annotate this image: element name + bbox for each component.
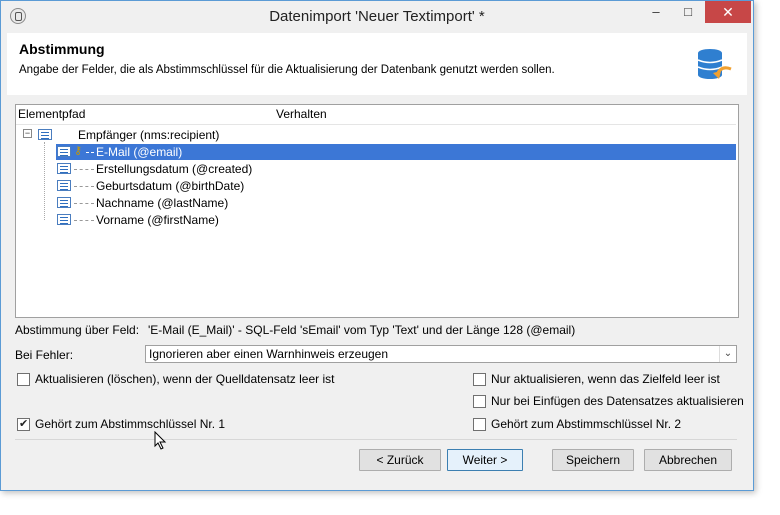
field-list-icon <box>57 163 71 174</box>
next-button[interactable]: Weiter > <box>447 449 523 471</box>
mouse-cursor-icon <box>154 431 167 450</box>
tree-connector <box>74 203 94 205</box>
tree-item-created[interactable]: Erstellungsdatum (@created) <box>96 161 252 177</box>
tree-item-birthdate[interactable]: Geburtsdatum (@birthDate) <box>96 178 244 194</box>
tree-item-firstname[interactable]: Vorname (@firstName) <box>96 212 219 228</box>
header-divider <box>16 124 736 125</box>
title-bar[interactable]: Datenimport 'Neuer Textimport' * – □ ✕ <box>1 1 753 33</box>
column-header-behavior[interactable]: Verhalten <box>276 105 327 123</box>
field-list-icon <box>57 180 71 191</box>
field-list-icon <box>57 197 71 208</box>
update-delete-checkbox[interactable] <box>17 373 30 386</box>
wizard-header: Abstimmung Angabe der Felder, die als Ab… <box>7 33 747 95</box>
minimize-button[interactable]: – <box>641 1 671 23</box>
cancel-button[interactable]: Abbrechen <box>644 449 732 471</box>
close-button[interactable]: ✕ <box>705 1 751 23</box>
reconciliation-key2-checkbox[interactable] <box>473 418 486 431</box>
schema-list-icon <box>38 129 52 140</box>
chevron-down-icon[interactable]: ⌄ <box>719 346 736 362</box>
save-button[interactable]: Speichern <box>552 449 634 471</box>
reconciliation-value: 'E-Mail (E_Mail)' - SQL-Feld 'sEmail' vo… <box>148 323 576 337</box>
update-if-empty-checkbox[interactable] <box>473 373 486 386</box>
error-behavior-value: Ignorieren aber einen Warnhinweis erzeug… <box>149 347 389 361</box>
update-if-empty-label: Nur aktualisieren, wenn das Zielfeld lee… <box>491 372 720 386</box>
page-subtitle: Angabe der Felder, die als Abstimmschlüs… <box>19 64 555 76</box>
button-divider <box>15 439 737 440</box>
database-sync-icon <box>697 49 732 79</box>
tree-item-label: E-Mail (@email) <box>96 145 183 159</box>
reconciliation-key1-label: Gehört zum Abstimmschlüssel Nr. 1 <box>35 417 226 431</box>
key-icon: ⚷ <box>74 145 83 157</box>
tree-connector <box>44 142 46 220</box>
update-on-insert-checkbox[interactable] <box>473 395 486 408</box>
page-title: Abstimmung <box>19 41 105 57</box>
field-list-icon <box>57 214 71 225</box>
update-delete-label: Aktualisieren (löschen), wenn der Quelld… <box>35 372 335 386</box>
field-list-icon <box>57 146 71 157</box>
tree-connector <box>74 186 94 188</box>
tree-root-item[interactable]: Empfänger (nms:recipient) <box>78 127 219 143</box>
tree-connector <box>86 152 94 154</box>
back-button[interactable]: < Zurück <box>359 449 441 471</box>
collapse-icon[interactable]: − <box>23 129 32 138</box>
reconciliation-label: Abstimmung über Feld: <box>15 323 140 337</box>
element-tree[interactable]: Elementpfad Verhalten − Empfänger (nms:r… <box>15 104 739 318</box>
tree-connector <box>74 220 94 222</box>
update-on-insert-label: Nur bei Einfügen des Datensatzes aktuali… <box>491 394 744 408</box>
column-header-elementpath[interactable]: Elementpfad <box>18 105 85 123</box>
reconciliation-key2-label: Gehört zum Abstimmschlüssel Nr. 2 <box>491 417 682 431</box>
tree-item-lastname[interactable]: Nachname (@lastName) <box>96 195 228 211</box>
import-dialog: Datenimport 'Neuer Textimport' * – □ ✕ A… <box>0 0 754 491</box>
error-behavior-select[interactable]: Ignorieren aber einen Warnhinweis erzeug… <box>145 345 737 363</box>
tree-connector <box>74 169 94 171</box>
maximize-button[interactable]: □ <box>673 1 703 23</box>
reconciliation-key1-checkbox[interactable] <box>17 417 30 431</box>
error-label: Bei Fehler: <box>15 348 74 362</box>
